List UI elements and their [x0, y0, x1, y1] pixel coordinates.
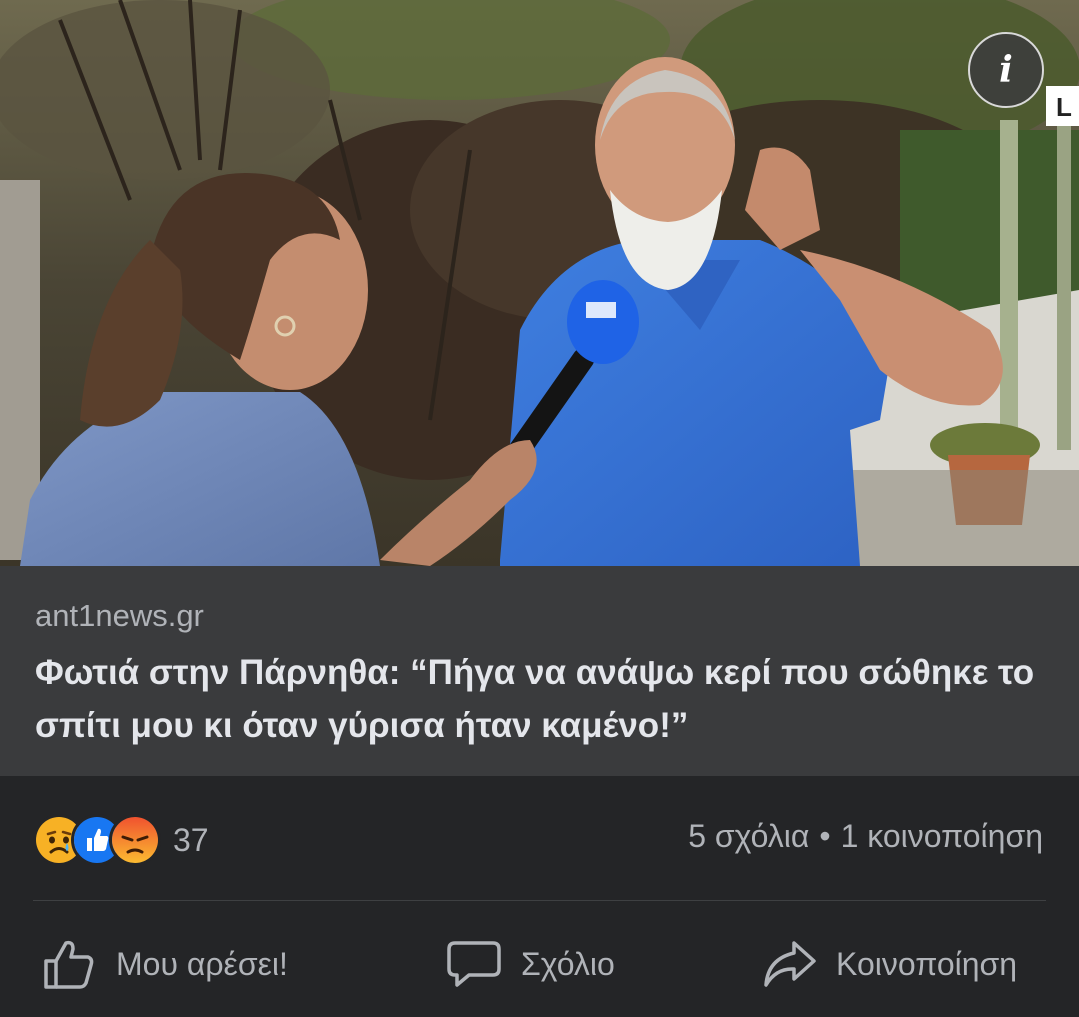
channel-logo-corner: L: [1046, 86, 1079, 126]
interview-photo: [0, 0, 1079, 566]
share-button[interactable]: Κοινοποίηση: [760, 932, 1017, 996]
like-button[interactable]: Μου αρέσει!: [40, 932, 288, 996]
engagement-stats: 5 σχόλια • 1 κοινοποίηση: [688, 818, 1043, 855]
stats-separator: •: [819, 818, 831, 854]
comment-label: Σχόλιο: [521, 945, 615, 982]
post-photo[interactable]: i L: [0, 0, 1079, 566]
reactions-summary[interactable]: 37: [33, 814, 209, 866]
like-label: Μου αρέσει!: [116, 945, 288, 982]
facebook-post: i L ant1news.gr Φωτιά στην Πάρνηθα: “Πήγ…: [0, 0, 1079, 1017]
thumbs-up-icon: [44, 940, 94, 989]
comments-count[interactable]: 5 σχόλια: [688, 818, 809, 855]
link-domain: ant1news.gr: [35, 598, 204, 633]
share-label: Κοινοποίηση: [836, 945, 1018, 982]
channel-logo-letter: L: [1056, 92, 1072, 122]
info-icon: i: [999, 49, 1013, 91]
comment-button[interactable]: Σχόλιο: [445, 932, 615, 996]
shares-count[interactable]: 1 κοινοποίηση: [841, 818, 1043, 855]
angry-reaction-icon: [109, 814, 161, 866]
actions-divider: [33, 900, 1046, 901]
photo-info-button[interactable]: i: [968, 32, 1044, 108]
share-arrow-icon: [764, 941, 816, 987]
comment-bubble-icon: [447, 941, 501, 987]
link-headline[interactable]: Φωτιά στην Πάρνηθα: “Πήγα να ανάψω κερί …: [35, 646, 1045, 752]
reaction-count: 37: [173, 821, 209, 858]
